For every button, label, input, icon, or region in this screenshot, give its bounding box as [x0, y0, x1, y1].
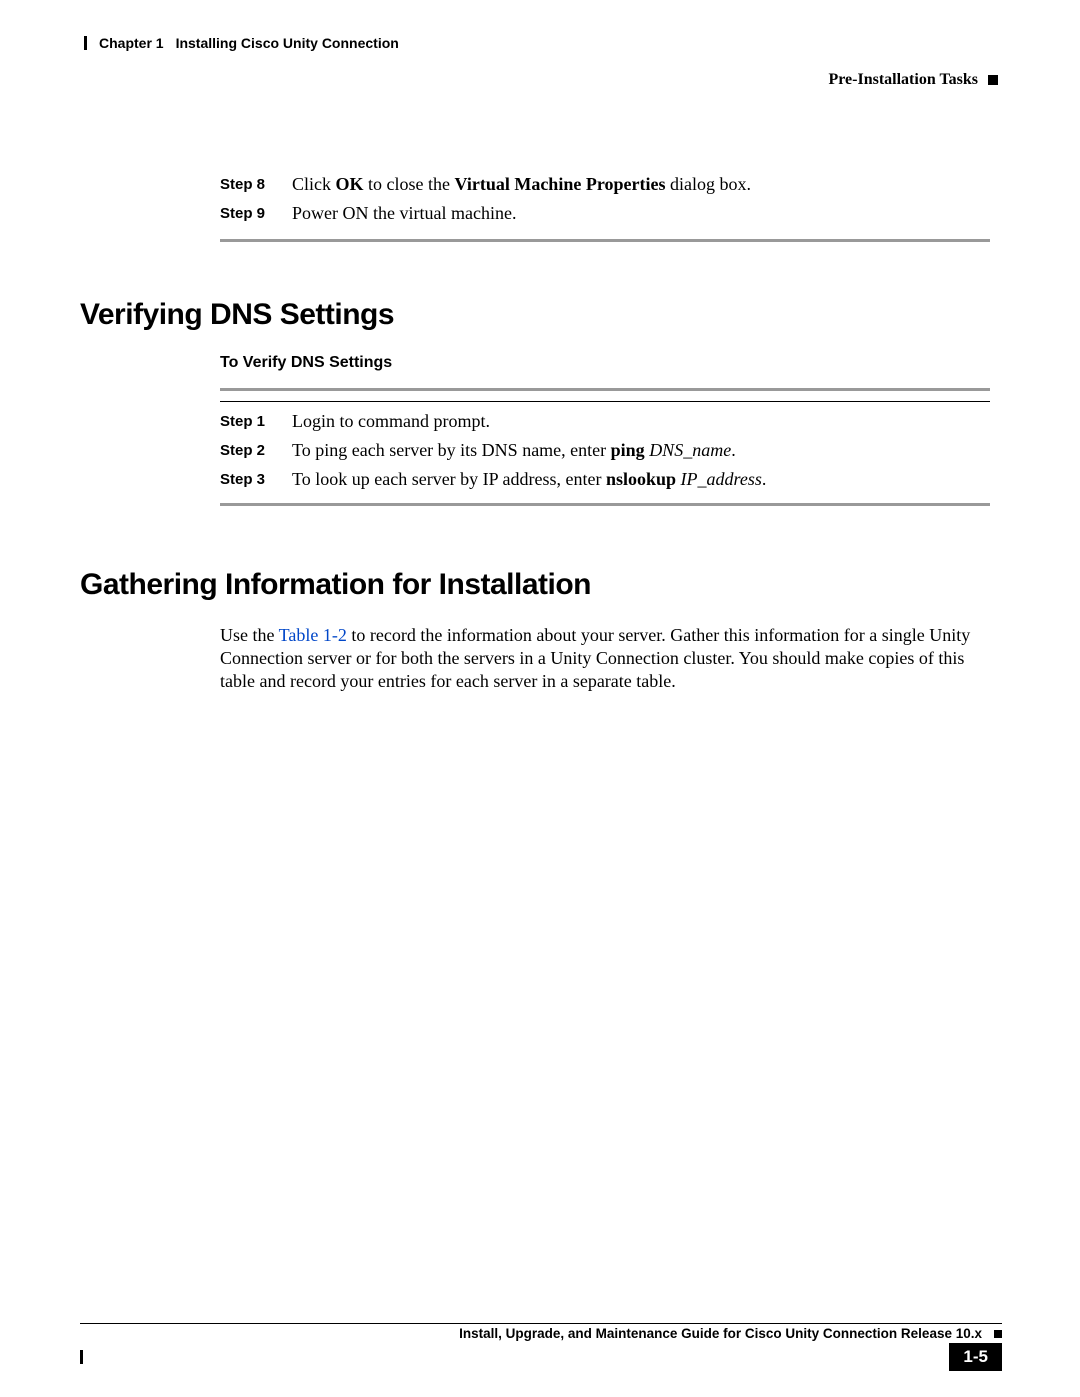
link-table-1-2[interactable]: Table 1-2 — [279, 625, 347, 645]
step-label: Step 1 — [220, 408, 268, 435]
text-fragment: dialog box. — [665, 174, 751, 194]
top-step-block: Step 8 Click OK to close the Virtual Mac… — [220, 171, 990, 242]
page-footer: Install, Upgrade, and Maintenance Guide … — [80, 1323, 1002, 1371]
revision-bar-icon — [80, 1350, 83, 1364]
paragraph: Use the Table 1-2 to record the informat… — [220, 624, 990, 693]
footer-top-row: Install, Upgrade, and Maintenance Guide … — [80, 1323, 1002, 1341]
footer-left — [80, 1350, 939, 1364]
text-fragment: . — [762, 469, 767, 489]
footer-guide-title: Install, Upgrade, and Maintenance Guide … — [459, 1326, 982, 1341]
step-text: Power ON the virtual machine. — [292, 200, 990, 227]
text-italic: DNS_name — [649, 440, 731, 460]
footer-marker-icon — [994, 1330, 1002, 1338]
text-fragment: to close the — [364, 174, 455, 194]
step-row: Step 9 Power ON the virtual machine. — [220, 200, 990, 227]
step-label: Step 9 — [220, 200, 268, 227]
step-row: Step 8 Click OK to close the Virtual Mac… — [220, 171, 990, 198]
text-fragment: To ping each server by its DNS name, ent… — [292, 440, 611, 460]
step-text: Click OK to close the Virtual Machine Pr… — [292, 171, 990, 198]
step-label: Step 2 — [220, 437, 268, 464]
text-fragment: Click — [292, 174, 336, 194]
section-title: Pre-Installation Tasks — [828, 71, 978, 89]
page-number: 1-5 — [949, 1343, 1002, 1371]
text-bold: ping — [611, 440, 645, 460]
step-text: To look up each server by IP address, en… — [292, 466, 990, 493]
text-italic: IP_address — [681, 469, 762, 489]
step-row: Step 1 Login to command prompt. — [220, 408, 990, 435]
text-bold: OK — [336, 174, 364, 194]
gathering-info-block: Use the Table 1-2 to record the informat… — [220, 624, 990, 693]
text-fragment: Use the — [220, 625, 279, 645]
chapter-title: Installing Cisco Unity Connection — [176, 35, 399, 51]
steps-start-rule — [220, 388, 990, 391]
subheading-verify-dns: To Verify DNS Settings — [220, 354, 990, 372]
revision-bar-icon — [84, 36, 87, 50]
text-bold: nslookup — [606, 469, 676, 489]
text-bold: Virtual Machine Properties — [455, 174, 666, 194]
text-fragment: . — [731, 440, 736, 460]
thin-rule — [220, 401, 990, 402]
header-left: Chapter 1 Installing Cisco Unity Connect… — [80, 35, 399, 51]
section-marker-icon — [988, 75, 998, 85]
page: Chapter 1 Installing Cisco Unity Connect… — [0, 0, 1080, 1397]
step-text: To ping each server by its DNS name, ent… — [292, 437, 990, 464]
step-label: Step 3 — [220, 466, 268, 493]
step-text: Login to command prompt. — [292, 408, 990, 435]
footer-bottom-row: 1-5 — [80, 1343, 1002, 1371]
running-header: Chapter 1 Installing Cisco Unity Connect… — [80, 35, 1000, 51]
verify-dns-block: To Verify DNS Settings Step 1 Login to c… — [220, 354, 990, 506]
heading-gathering-info: Gathering Information for Installation — [80, 568, 1000, 602]
text-fragment: To look up each server by IP address, en… — [292, 469, 606, 489]
header-right: Pre-Installation Tasks — [80, 71, 1000, 89]
heading-verify-dns: Verifying DNS Settings — [80, 298, 1000, 332]
section-end-rule — [220, 239, 990, 242]
section-end-rule — [220, 503, 990, 506]
chapter-number: Chapter 1 — [99, 35, 164, 51]
step-row: Step 2 To ping each server by its DNS na… — [220, 437, 990, 464]
step-row: Step 3 To look up each server by IP addr… — [220, 466, 990, 493]
step-label: Step 8 — [220, 171, 268, 198]
